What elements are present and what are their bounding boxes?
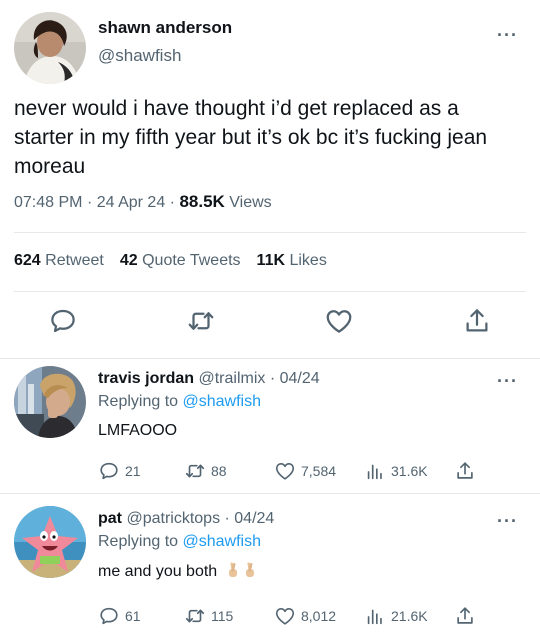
replying-prefix: Replying to [98, 533, 179, 550]
reply-author-name[interactable]: travis jordan [98, 370, 194, 387]
avatar[interactable] [14, 12, 86, 84]
more-icon[interactable]: ··· [497, 512, 518, 530]
reply-tweet[interactable]: pat @patricktops · 04/24 ··· Replying to… [0, 506, 540, 640]
like-action[interactable]: 8,012 [274, 604, 336, 628]
replying-prefix: Replying to [98, 393, 179, 410]
reply-author-handle[interactable]: @trailmix [198, 370, 265, 387]
view-count: 31.6K [391, 463, 428, 479]
reply-header: pat @patricktops · 04/24 [98, 510, 274, 528]
views-count: 88.5K [179, 192, 225, 211]
heart-icon [275, 608, 295, 625]
reply-text-row: me and you both [98, 562, 256, 581]
share-icon[interactable] [454, 604, 476, 628]
retweet-icon [185, 609, 205, 623]
retweets-label: Retweet [45, 252, 104, 269]
retweets-count: 624 [14, 252, 41, 269]
share-icon[interactable] [462, 306, 492, 336]
retweet-icon [185, 464, 205, 478]
tweet-actions [0, 306, 540, 346]
retweet-icon[interactable] [186, 306, 216, 336]
reply-count: 61 [125, 608, 141, 624]
mention-link[interactable]: @shawfish [183, 393, 262, 410]
likes-count: 11K [256, 252, 286, 269]
author-name[interactable]: shawn anderson [98, 18, 232, 38]
reply-action[interactable]: 61 [98, 604, 141, 628]
meta-separator: · [265, 370, 280, 387]
reply-author-name[interactable]: pat [98, 510, 122, 527]
views-action[interactable]: 31.6K [364, 459, 428, 483]
reply-author-handle[interactable]: @patricktops [126, 510, 220, 527]
likes-stat[interactable]: 11K Likes [257, 252, 327, 269]
reply-text: LMFAOOO [98, 422, 178, 439]
reply-icon[interactable] [48, 306, 78, 336]
reply-count: 21 [125, 463, 141, 479]
divider [0, 358, 540, 359]
like-action[interactable]: 7,584 [274, 459, 336, 483]
views-icon [367, 464, 382, 480]
engagement-stats: 624 Retweet 42 Quote Tweets 11K Likes [14, 252, 327, 270]
reply-icon [100, 607, 118, 625]
reply-tweet[interactable]: travis jordan @trailmix · 04/24 ··· Repl… [0, 366, 540, 490]
views-icon [367, 609, 382, 625]
tweet-text: never would i have thought i’d get repla… [14, 97, 488, 178]
heart-icon [275, 463, 295, 480]
like-count: 7,584 [301, 463, 337, 479]
likes-label: Likes [289, 252, 327, 269]
replying-to: Replying to @shawfish [98, 393, 261, 411]
retweet-count: 115 [211, 608, 234, 624]
reply-header: travis jordan @trailmix · 04/24 [98, 370, 320, 388]
share-icon[interactable] [454, 459, 476, 483]
quotes-count: 42 [119, 252, 138, 269]
reply-date[interactable]: 04/24 [234, 510, 274, 527]
avatar[interactable] [14, 506, 86, 578]
retweets-stat[interactable]: 624 Retweet [14, 252, 104, 269]
crossed-fingers-emoji [228, 562, 237, 577]
main-tweet-header: shawn anderson @shawfish ··· [14, 12, 526, 84]
quotes-stat[interactable]: 42 Quote Tweets [120, 252, 241, 269]
more-icon[interactable]: ··· [497, 26, 518, 44]
retweet-count: 88 [211, 463, 227, 479]
views-label: Views [229, 194, 272, 211]
like-count: 8,012 [301, 608, 337, 624]
tweet-time[interactable]: 07:48 PM [14, 194, 82, 211]
meta-separator: · [169, 194, 180, 211]
divider [0, 493, 540, 494]
crossed-fingers-emoji [245, 562, 254, 577]
retweet-action[interactable]: 115 [184, 604, 233, 628]
divider [14, 291, 526, 292]
retweet-action[interactable]: 88 [184, 459, 227, 483]
mention-link[interactable]: @shawfish [183, 533, 262, 550]
reply-date[interactable]: 04/24 [280, 370, 320, 387]
reply-text: me and you both [98, 563, 218, 580]
author-handle[interactable]: @shawfish [98, 46, 181, 66]
reply-icon [100, 462, 118, 480]
heart-icon[interactable] [324, 306, 354, 336]
meta-separator: · [86, 194, 97, 211]
more-icon[interactable]: ··· [497, 372, 518, 390]
tweet-meta: 07:48 PM · 24 Apr 24 · 88.5K Views [14, 192, 272, 212]
reply-actions: 21 88 7,584 31.6K [98, 459, 518, 483]
view-count: 21.6K [391, 608, 428, 624]
divider [14, 232, 526, 233]
meta-separator: · [220, 510, 235, 527]
avatar[interactable] [14, 366, 86, 438]
replying-to: Replying to @shawfish [98, 533, 261, 551]
tweet-date[interactable]: 24 Apr 24 [97, 194, 166, 211]
reply-action[interactable]: 21 [98, 459, 141, 483]
quotes-label: Quote Tweets [142, 252, 241, 269]
reply-actions: 61 115 8,012 21.6K [98, 604, 518, 628]
views-action[interactable]: 21.6K [364, 604, 428, 628]
